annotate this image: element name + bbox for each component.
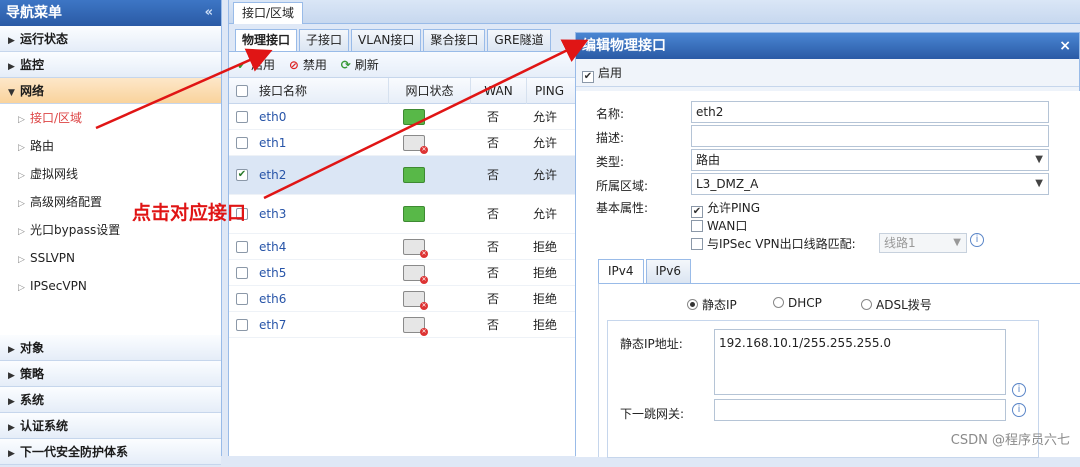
watermark: CSDN @程序员六七: [950, 433, 1070, 448]
annotation-arrows: [95, 39, 589, 200]
arrow-to-dialog: [263, 39, 589, 200]
annotation-text: 点击对应接口: [132, 202, 247, 224]
arrow-to-physical-tab: [95, 48, 273, 130]
